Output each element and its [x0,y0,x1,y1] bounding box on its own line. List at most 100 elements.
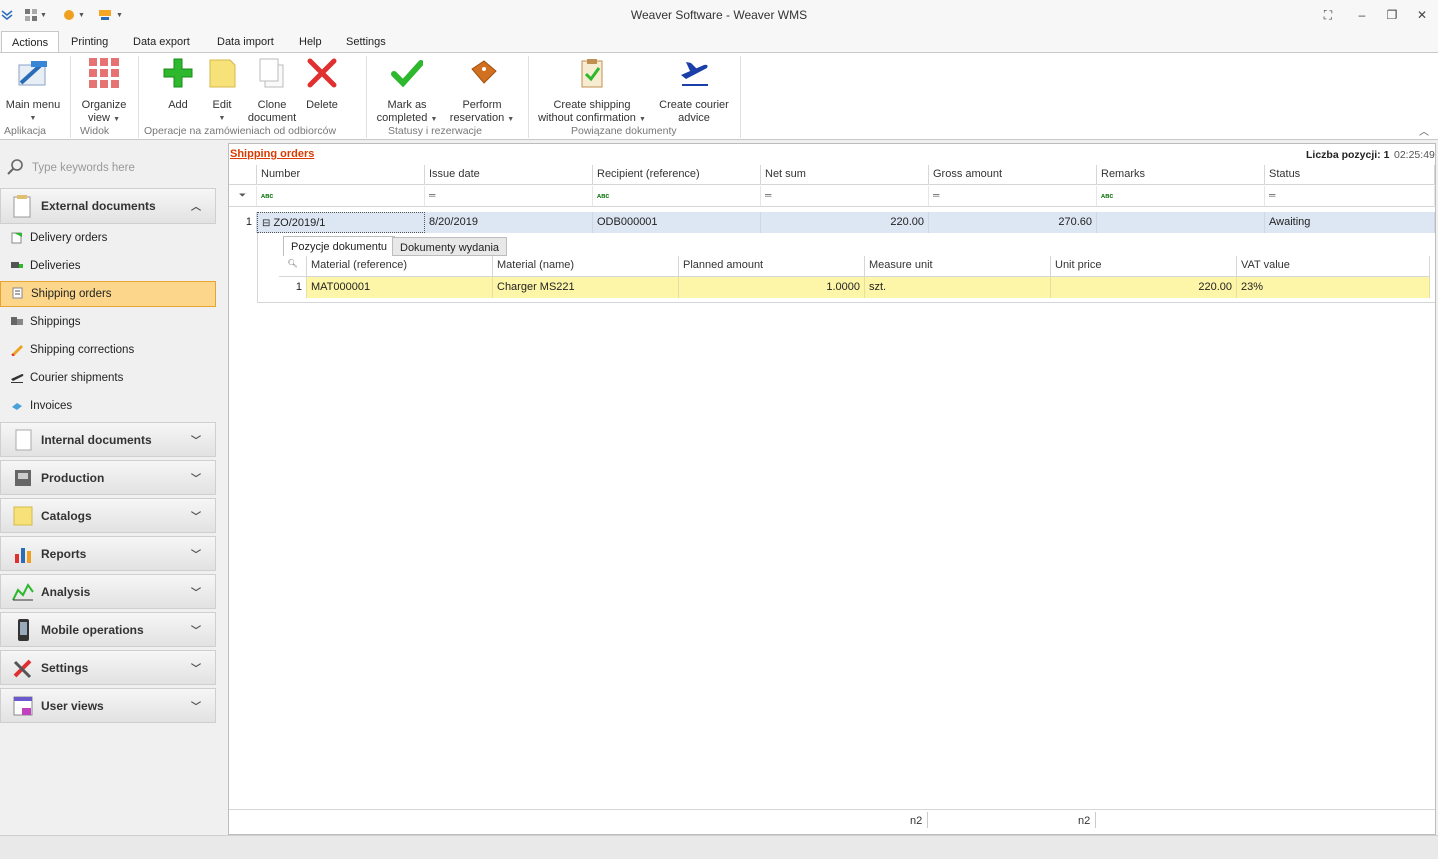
detail-cell-planned-amount[interactable]: 1.0000 [679,277,865,298]
category-label: User views [41,698,104,713]
category-label: Reports [41,546,87,561]
courier-label: Create courier [659,99,729,111]
mark-label: Mark as [387,99,427,111]
nav-item-deliveries[interactable]: Deliveries [0,253,216,279]
detail-cell-unit-price[interactable]: 220.00 [1051,277,1237,298]
table-row[interactable]: ⊟ ZO/2019/1 [257,212,425,233]
cell-net-sum[interactable]: 220.00 [761,212,929,233]
category-production[interactable]: Production ﹀ [0,460,216,495]
category-mobile-operations[interactable]: Mobile operations ﹀ [0,612,216,647]
category-external-documents[interactable]: External documents ︿ [0,188,216,224]
tab-printing[interactable]: Printing [61,31,118,53]
nav-item-shippings[interactable]: Shippings [0,309,216,335]
tab-help[interactable]: Help [289,31,332,53]
nav-item-shipping-orders[interactable]: Shipping orders [0,281,216,307]
collapse-row-icon[interactable]: ⊟ [262,218,270,229]
nav-item-label: Shipping corrections [30,344,135,356]
search-placeholder[interactable]: Type keywords here [32,162,135,174]
filter-gross-amount[interactable]: ═ [929,186,1097,207]
category-catalogs[interactable]: Catalogs ﹀ [0,498,216,533]
cell-status[interactable]: Awaiting [1265,212,1435,233]
minimize-button[interactable]: – [1354,7,1370,23]
group-label-aplikacja: Aplikacja [4,125,47,137]
filter-number[interactable]: ᴀʙc [257,186,425,207]
category-reports[interactable]: Reports ﹀ [0,536,216,571]
detail-search-icon[interactable]: 🔍︎ [279,256,307,277]
cell-issue-date[interactable]: 8/20/2019 [425,212,593,233]
perform-reservation-button[interactable]: Perform reservation ▼ [446,56,518,126]
filter-status[interactable]: ═ [1265,186,1435,207]
create-courier-advice-button[interactable]: Create courier advice [656,56,732,126]
category-analysis[interactable]: Analysis ﹀ [0,574,216,609]
breadcrumb[interactable]: Shipping orders [230,148,314,160]
category-internal-documents[interactable]: Internal documents ﹀ [0,422,216,457]
nav-item-delivery-orders[interactable]: Delivery orders [0,225,216,251]
filter-net-sum[interactable]: ═ [761,186,929,207]
tools-icon [11,656,35,680]
column-header-recipient[interactable]: Recipient (reference) [593,165,761,185]
close-button[interactable]: ✕ [1414,7,1430,23]
column-header-issue-date[interactable]: Issue date [425,165,593,185]
detail-header-planned-amount[interactable]: Planned amount [679,256,865,277]
collapse-ribbon-icon[interactable]: ︿ [1419,123,1429,138]
row-indicator-header [229,165,257,185]
edit-button[interactable]: Edit ▼ [202,56,242,126]
column-header-gross-amount[interactable]: Gross amount [929,165,1097,185]
footer-gross-amount: n2 [1078,815,1091,827]
nav-item-invoices[interactable]: Invoices [0,393,216,419]
column-header-status[interactable]: Status [1265,165,1435,185]
delete-button[interactable]: Delete [302,56,342,126]
cell-remarks[interactable] [1097,212,1265,233]
detail-cell-material-ref[interactable]: MAT000001 [307,277,493,298]
detail-cell-vat-value[interactable]: 23% [1237,277,1430,298]
nav-item-shipping-corrections[interactable]: Shipping corrections [0,337,216,363]
group-label-powiazane: Powiązane dokumenty [571,125,677,137]
tab-data-import[interactable]: Data import [207,31,284,53]
detail-cell-material-name[interactable]: Charger MS221 [493,277,679,298]
analysis-chart-icon [11,580,35,604]
group-label-statusy: Statusy i rezerwacje [388,125,482,137]
filter-icon[interactable]: ⏷ [229,186,257,207]
clone-document-button[interactable]: Clone document [246,56,298,126]
blank-document-icon [11,428,35,452]
column-header-number[interactable]: Number [257,165,425,185]
mark-completed-button[interactable]: Mark as completed ▼ [374,56,440,126]
category-user-views[interactable]: User views ﹀ [0,688,216,723]
tab-data-export[interactable]: Data export [123,31,200,53]
tab-settings[interactable]: Settings [336,31,396,53]
detail-header-unit-price[interactable]: Unit price [1051,256,1237,277]
column-header-net-sum[interactable]: Net sum [761,165,929,185]
detail-header-material-ref[interactable]: Material (reference) [307,256,493,277]
detail-header-measure-unit[interactable]: Measure unit [865,256,1051,277]
category-label: Internal documents [41,432,152,447]
nav-item-label: Shippings [30,316,81,328]
create-shipping-button[interactable]: Create shipping without confirmation ▼ [536,56,648,126]
ribbon-separator [70,56,71,138]
restore-button[interactable]: ❐ [1384,7,1400,23]
filter-recipient[interactable]: ᴀʙc [593,186,761,207]
clone-label-2: document [247,112,297,124]
tab-actions[interactable]: Actions [1,31,60,54]
tab-dokumenty-wydania[interactable]: Dokumenty wydania [392,237,508,256]
main-menu-button[interactable]: Main menu ▼ [2,56,64,126]
mobile-phone-icon [11,618,35,642]
add-button[interactable]: Add [158,56,198,126]
clone-label: Clone [257,99,287,111]
category-settings[interactable]: Settings ﹀ [0,650,216,685]
detail-header-material-name[interactable]: Material (name) [493,256,679,277]
filter-remarks[interactable]: ᴀʙc [1097,186,1265,207]
organize-view-button[interactable]: Organize view ▼ [74,56,134,126]
detail-cell-measure-unit[interactable]: szt. [865,277,1051,298]
nav-item-courier-shipments[interactable]: Courier shipments [0,365,216,391]
truck-icon [10,258,24,275]
cell-recipient[interactable]: ODB000001 [593,212,761,233]
column-header-remarks[interactable]: Remarks [1097,165,1265,185]
cell-gross-amount[interactable]: 270.60 [929,212,1097,233]
tab-pozycje-dokumentu[interactable]: Pozycje dokumentu [283,236,395,257]
fullscreen-icon[interactable]: ⛶ [1320,7,1336,23]
nav-search[interactable]: Type keywords here [6,155,220,181]
group-label-widok: Widok [80,125,110,137]
filter-issue-date[interactable]: ═ [425,186,593,207]
detail-header-vat-value[interactable]: VAT value [1237,256,1430,277]
documents-icon [11,194,35,218]
